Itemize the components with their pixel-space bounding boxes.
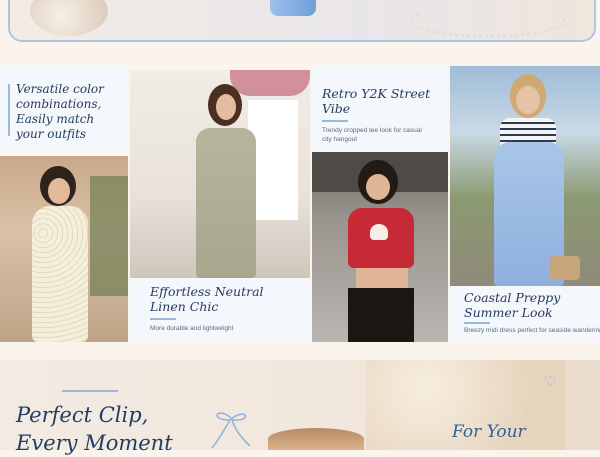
accent-bar bbox=[8, 84, 10, 136]
coastal-subtitle: Breezy midi dress perfect for seaside wa… bbox=[464, 327, 600, 334]
photo-coastal-blue-dress bbox=[450, 66, 600, 286]
headline-line2: Every Moment bbox=[16, 431, 173, 455]
model-hair-photo bbox=[268, 428, 364, 450]
versatile-text-panel: Versatile color combinations, Easily mat… bbox=[0, 66, 128, 154]
pearl-string-decoration bbox=[410, 4, 566, 38]
photo-sage-linen-set bbox=[130, 70, 310, 278]
blue-claw-clip-image bbox=[270, 0, 316, 16]
outfit-collage: Versatile color combinations, Easily mat… bbox=[0, 66, 600, 346]
coastal-rule bbox=[464, 322, 490, 324]
bottom-accent-rule bbox=[62, 390, 118, 392]
seashell-decoration bbox=[30, 0, 108, 36]
linen-rule bbox=[150, 318, 176, 320]
bow-ribbon-icon bbox=[206, 404, 256, 450]
linen-subtitle: More durable and lightweight bbox=[150, 325, 234, 332]
retro-subtitle: Trendy cropped tee look for casual city … bbox=[322, 127, 422, 143]
heart-outline-icon: ♡ bbox=[544, 374, 557, 390]
versatile-caption: Versatile color combinations, Easily mat… bbox=[16, 82, 104, 141]
retro-title: Retro Y2K Street Vibe bbox=[322, 86, 431, 116]
linen-title: Effortless Neutral Linen Chic bbox=[150, 284, 264, 314]
retro-text-panel: Retro Y2K Street Vibe Trendy cropped tee… bbox=[312, 66, 448, 150]
coastal-title: Coastal Preppy Summer Look bbox=[464, 290, 561, 320]
retro-rule bbox=[322, 120, 348, 122]
photo-floral-halter-dress bbox=[0, 156, 128, 342]
headline-line1: Perfect Clip, bbox=[16, 403, 149, 427]
for-your-script: For Your bbox=[452, 422, 526, 442]
top-banner bbox=[8, 0, 596, 42]
bottom-promo-section: Perfect Clip, Every Moment For Your ♡ bbox=[0, 360, 600, 455]
coastal-text-panel: Coastal Preppy Summer Look Breezy midi d… bbox=[450, 286, 600, 342]
photo-red-crop-tee bbox=[312, 152, 448, 342]
linen-text-panel: Effortless Neutral Linen Chic More durab… bbox=[130, 278, 310, 342]
